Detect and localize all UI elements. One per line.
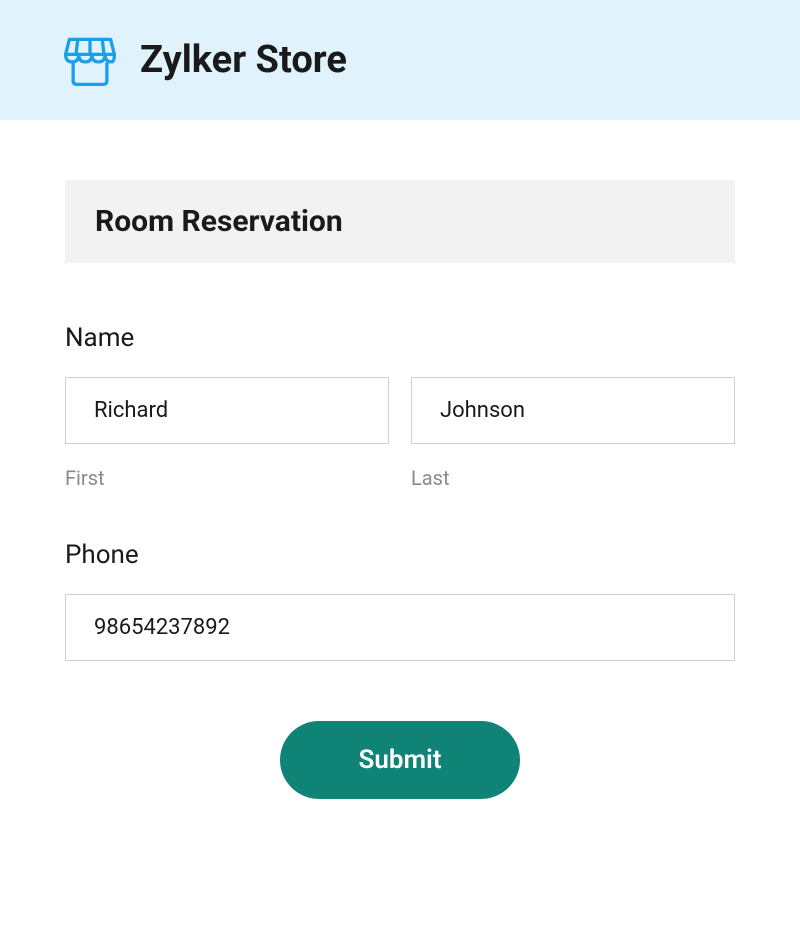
last-name-sub-label: Last: [411, 466, 735, 490]
form-title: Room Reservation: [95, 204, 705, 239]
submit-wrap: Submit: [65, 721, 735, 799]
first-name-col: First: [65, 377, 389, 490]
first-name-input[interactable]: [65, 377, 389, 444]
submit-button[interactable]: Submit: [280, 721, 519, 799]
last-name-input[interactable]: [411, 377, 735, 444]
phone-label: Phone: [65, 540, 735, 570]
store-name: Zylker Store: [140, 38, 347, 82]
store-icon: [60, 30, 120, 90]
phone-field-group: Phone: [65, 540, 735, 661]
form-title-bar: Room Reservation: [65, 180, 735, 263]
name-field-group: Name First Last: [65, 323, 735, 490]
name-row: First Last: [65, 377, 735, 490]
name-label: Name: [65, 323, 735, 353]
header: Zylker Store: [0, 0, 800, 120]
last-name-col: Last: [411, 377, 735, 490]
form-content: Room Reservation Name First Last Phone S…: [0, 120, 800, 799]
first-name-sub-label: First: [65, 466, 389, 490]
phone-input[interactable]: [65, 594, 735, 661]
